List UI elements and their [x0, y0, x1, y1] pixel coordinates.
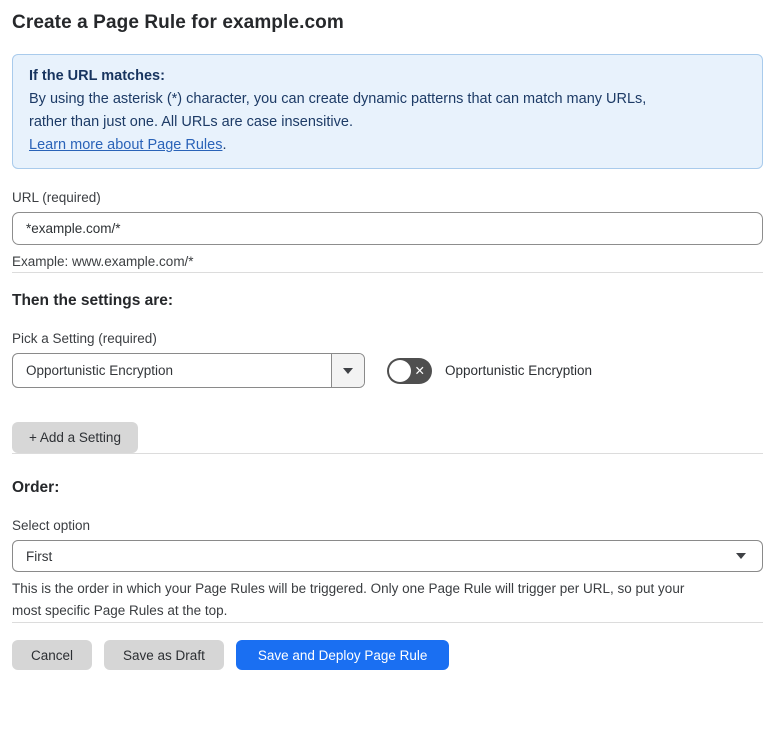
info-box-heading: If the URL matches:: [29, 68, 165, 84]
url-matches-info-box: If the URL matches: By using the asteris…: [12, 54, 763, 169]
info-box-body-line-2: rather than just one. All URLs are case …: [29, 114, 353, 130]
divider: [12, 622, 763, 623]
cancel-button[interactable]: Cancel: [12, 640, 93, 670]
pick-setting-label: Pick a Setting (required): [12, 331, 157, 346]
order-helper-text: This is the order in which your Page Rul…: [12, 578, 763, 622]
page-title: Create a Page Rule for example.com: [12, 12, 344, 33]
order-helper-line-1: This is the order in which your Page Rul…: [12, 581, 685, 596]
chevron-down-icon: [736, 553, 746, 559]
setting-dropdown[interactable]: Opportunistic Encryption: [12, 353, 365, 388]
url-input[interactable]: [12, 212, 763, 245]
order-select[interactable]: First: [12, 540, 763, 572]
info-box-link-line: Learn more about Page Rules.: [29, 134, 746, 157]
settings-section-heading: Then the settings are:: [12, 292, 174, 309]
toggle-off-x-icon: ✕: [414, 363, 425, 378]
setting-dropdown-value: Opportunistic Encryption: [26, 363, 174, 378]
learn-more-link[interactable]: Learn more about Page Rules: [29, 137, 222, 153]
save-as-draft-button[interactable]: Save as Draft: [104, 640, 224, 670]
order-helper-line-2: most specific Page Rules at the top.: [12, 603, 228, 618]
opportunistic-encryption-toggle[interactable]: ✕: [387, 357, 432, 384]
add-setting-button[interactable]: + Add a Setting: [12, 422, 138, 453]
select-option-label: Select option: [12, 518, 91, 533]
chevron-down-icon: [343, 367, 353, 374]
order-section-heading: Order:: [12, 479, 60, 496]
divider: [12, 272, 763, 273]
save-and-deploy-button[interactable]: Save and Deploy Page Rule: [235, 640, 450, 670]
setting-picker-row: Opportunistic Encryption ✕ Opportunistic…: [12, 353, 763, 388]
url-field-label: URL (required): [12, 190, 101, 205]
divider: [12, 453, 763, 454]
url-example-helper: Example: www.example.com/*: [12, 254, 194, 269]
link-period: .: [222, 137, 227, 153]
page-rule-form: Create a Page Rule for example.com If th…: [0, 12, 775, 670]
order-select-value: First: [26, 548, 53, 564]
toggle-knob: [389, 359, 411, 382]
info-box-body-line-1: By using the asterisk (*) character, you…: [29, 91, 647, 107]
footer-actions: Cancel Save as Draft Save and Deploy Pag…: [12, 640, 763, 670]
setting-dropdown-caret-button[interactable]: [331, 354, 364, 387]
toggle-label: Opportunistic Encryption: [445, 363, 593, 378]
